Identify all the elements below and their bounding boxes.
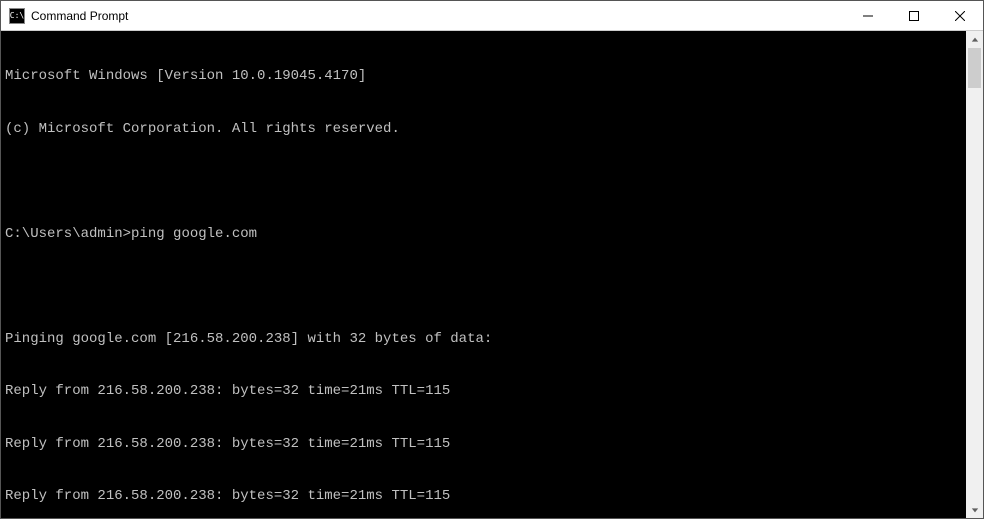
window-controls — [845, 1, 983, 30]
blank-line — [5, 173, 962, 191]
command-input: ping google.com — [131, 226, 257, 242]
maximize-button[interactable] — [891, 1, 937, 30]
reply-line: Reply from 216.58.200.238: bytes=32 time… — [5, 488, 962, 506]
minimize-button[interactable] — [845, 1, 891, 30]
pinging-line: Pinging google.com [216.58.200.238] with… — [5, 331, 962, 349]
content-area: Microsoft Windows [Version 10.0.19045.41… — [1, 31, 983, 518]
scroll-up-button[interactable] — [966, 31, 983, 48]
prompt-path: C:\Users\admin> — [5, 226, 131, 242]
prompt-line: C:\Users\admin>ping google.com — [5, 226, 962, 244]
window-title: Command Prompt — [31, 9, 845, 23]
vertical-scrollbar[interactable] — [966, 31, 983, 518]
scroll-down-button[interactable] — [966, 501, 983, 518]
os-version-line: Microsoft Windows [Version 10.0.19045.41… — [5, 68, 962, 86]
titlebar[interactable]: C:\ Command Prompt — [1, 1, 983, 31]
copyright-line: (c) Microsoft Corporation. All rights re… — [5, 121, 962, 139]
reply-line: Reply from 216.58.200.238: bytes=32 time… — [5, 383, 962, 401]
scroll-track[interactable] — [966, 48, 983, 501]
close-button[interactable] — [937, 1, 983, 30]
blank-line — [5, 278, 962, 296]
command-prompt-window: C:\ Command Prompt Microsoft Windows [Ve… — [0, 0, 984, 519]
reply-line: Reply from 216.58.200.238: bytes=32 time… — [5, 436, 962, 454]
cmd-icon: C:\ — [9, 8, 25, 24]
scroll-thumb[interactable] — [968, 48, 981, 88]
terminal-output[interactable]: Microsoft Windows [Version 10.0.19045.41… — [1, 31, 966, 518]
